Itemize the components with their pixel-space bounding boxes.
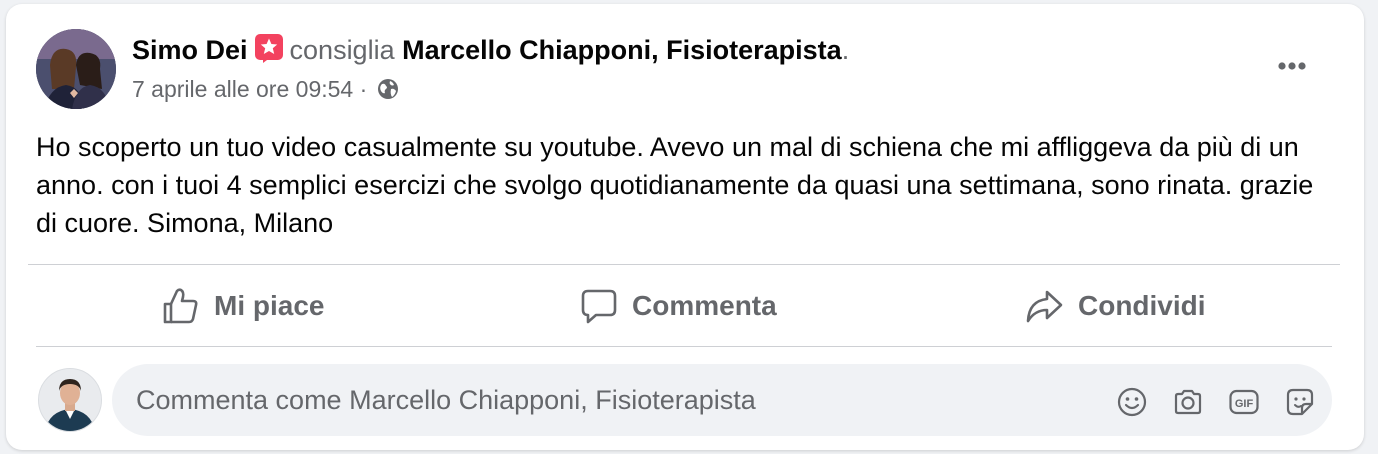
globe-icon[interactable] [376,77,400,101]
svg-text:GIF: GIF [1235,398,1254,410]
like-label: Mi piace [214,290,325,321]
divider-bottom [36,346,1332,347]
camera-icon[interactable] [1172,386,1204,418]
author-name[interactable]: Simo Dei [132,35,248,65]
header-dot: . [841,35,850,65]
post-card: Simo Dei consiglia Marcello Chiapponi, Fi… [6,4,1364,450]
meta-separator: · [359,76,368,102]
share-arrow-icon [1026,290,1063,323]
share-button[interactable]: Condividi [1024,280,1206,332]
emoji-icon[interactable] [1116,386,1148,418]
comment-input[interactable]: Commenta come Marcello Chiapponi, Fisiot… [112,364,1332,436]
commenter-avatar[interactable] [38,368,102,432]
comment-button[interactable]: Commenta [580,280,777,332]
post-header: Simo Dei consiglia Marcello Chiapponi, Fi… [132,32,849,68]
post-timestamp[interactable]: 7 aprile alle ore 09:54 [132,76,353,102]
comment-bubble-icon [581,289,617,324]
more-icon [1278,62,1306,70]
page-name[interactable]: Marcello Chiapponi, Fisioterapista [402,35,842,65]
post-meta: 7 aprile alle ore 09:54 · [132,74,400,104]
share-label: Condividi [1078,290,1206,321]
author-avatar[interactable] [36,29,116,109]
star-badge-icon [254,33,284,63]
comment-label: Commenta [632,290,777,321]
recommend-verb: consiglia [289,35,395,65]
gif-icon[interactable]: GIF [1228,386,1260,418]
sticker-icon[interactable] [1284,386,1316,418]
divider-top [28,264,1340,265]
like-button[interactable]: Mi piace [162,280,324,332]
comment-placeholder: Commenta come Marcello Chiapponi, Fisiot… [136,385,756,415]
more-options-button[interactable] [1268,48,1316,84]
post-body: Ho scoperto un tuo video casualmente su … [36,132,1314,238]
thumbs-up-icon [163,288,198,324]
